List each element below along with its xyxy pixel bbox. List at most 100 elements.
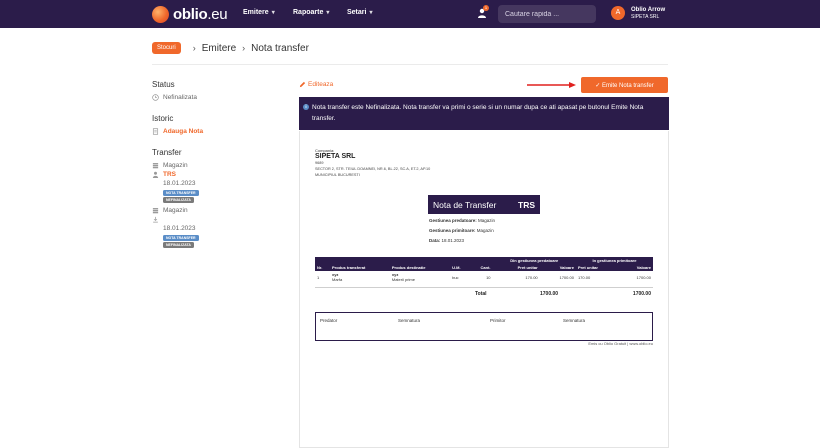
edit-button[interactable]: Editeaza bbox=[299, 81, 333, 88]
products-table: Din gestiunea predatoare In gestiunea pr… bbox=[315, 257, 653, 283]
transfer-code-row bbox=[152, 215, 282, 224]
quick-search-input[interactable] bbox=[498, 5, 596, 23]
divider bbox=[152, 64, 668, 65]
company-address: SECTOR 2, STR. TEIUL DOAMNEI, NR.6, BL.2… bbox=[315, 167, 431, 171]
notice-text: Nota transfer este Nefinalizata. Nota tr… bbox=[312, 104, 644, 122]
logo-brand: oblio bbox=[173, 5, 208, 23]
transfer-location: Magazin bbox=[163, 162, 188, 169]
document-title: Nota de Transfer bbox=[433, 199, 497, 210]
unit-price-source: 170.00 bbox=[525, 274, 538, 280]
column-header: Produs destinatie bbox=[389, 264, 451, 271]
history-row: Adauga Nota bbox=[152, 127, 282, 136]
row-number: 1 bbox=[317, 274, 320, 280]
table-row: 1 xyz Marfa xyz Materii prime buc 10 170.0… bbox=[315, 271, 653, 283]
sidebar: Status Nefinalizata Istoric Adauga Nota … bbox=[152, 80, 282, 248]
transfer-location: Magazin bbox=[163, 207, 188, 214]
value-destination: 1700.00 bbox=[636, 274, 651, 280]
breadcrumb-separator-icon: › bbox=[192, 43, 196, 53]
chevron-down-icon: ▾ bbox=[271, 10, 275, 16]
signature-label: Semnatura bbox=[563, 318, 586, 323]
column-header: Pret unitar bbox=[575, 264, 620, 271]
destination-warehouse: Gestiunea primitoare: Magazin bbox=[429, 228, 494, 233]
transfer-date: 18.01.2023 bbox=[163, 180, 196, 187]
total-source: 1700.00 bbox=[540, 291, 559, 297]
top-navbar: oblio.eu Emitere▾ Rapoarte▾ Setari▾ 1 A … bbox=[0, 0, 820, 28]
nav-setari[interactable]: Setari ▾ bbox=[347, 9, 372, 16]
column-header: U.M. bbox=[450, 264, 471, 271]
breadcrumb-item-emitere[interactable]: Emitere bbox=[202, 43, 236, 54]
info-notice: i Nota transfer este Nefinalizata. Nota … bbox=[299, 97, 669, 130]
status-badge: NEFINALIZATA bbox=[163, 197, 194, 203]
page-title: Nota transfer bbox=[251, 42, 309, 54]
signature-label: Primitor bbox=[490, 318, 506, 323]
column-header: Nr. bbox=[315, 264, 330, 271]
document-series: TRS bbox=[518, 199, 535, 210]
chevron-down-icon: ▾ bbox=[369, 10, 373, 16]
product-type: Marfa bbox=[331, 277, 343, 282]
nav-rapoarte[interactable]: Rapoarte ▾ bbox=[293, 9, 329, 16]
group-header-source: Din gestiunea predatoare bbox=[492, 257, 576, 264]
pencil-icon bbox=[299, 81, 306, 88]
arrow-right-icon bbox=[527, 82, 576, 88]
table-header-row: Nr. Produs transferat Produs destinatie … bbox=[315, 264, 653, 271]
signature-label: Predator bbox=[320, 318, 338, 323]
breadcrumb: Stocuri › Emitere › Nota transfer bbox=[152, 42, 309, 54]
unit-price-destination: 170.00 bbox=[577, 274, 591, 280]
status-badge: NEFINALIZATA bbox=[163, 242, 194, 248]
transfer-code-row: TRS bbox=[152, 170, 282, 179]
signature-label: Semnatura bbox=[398, 318, 421, 323]
value-source: 1700.00 bbox=[559, 274, 574, 280]
breadcrumb-tag-stocuri[interactable]: Stocuri bbox=[152, 42, 181, 54]
warehouse-icon bbox=[152, 208, 159, 214]
total-destination: 1700.00 bbox=[632, 291, 651, 297]
transfer-date: 18.01.2023 bbox=[163, 225, 196, 232]
info-icon: i bbox=[303, 104, 309, 110]
document-title-box: Nota de Transfer TRS bbox=[428, 195, 540, 214]
source-warehouse: Gestiunea predatoare: Magazin bbox=[429, 218, 496, 223]
transfer-code-link[interactable]: TRS bbox=[163, 171, 176, 178]
edit-label: Editeaza bbox=[308, 81, 334, 88]
footer-note: Emis cu Oblio Gratuit | www.oblio.eu bbox=[588, 341, 653, 346]
emit-label: Emite Nota transfer bbox=[602, 82, 654, 89]
add-note-link[interactable]: Adauga Nota bbox=[163, 128, 203, 135]
clock-icon bbox=[152, 94, 159, 101]
user-menu[interactable]: A Oblio Arrow SIPETA SRL bbox=[611, 6, 665, 20]
company-city: MUNICIPIUL BUCURESTI bbox=[315, 173, 360, 177]
warehouse-icon bbox=[152, 163, 159, 169]
logo-tld: .eu bbox=[207, 5, 228, 23]
chevron-down-icon: ▾ bbox=[326, 10, 330, 16]
destination-type: Materii prime bbox=[391, 277, 415, 282]
history-title: Istoric bbox=[152, 114, 174, 123]
document-icon bbox=[152, 128, 159, 135]
total-divider bbox=[315, 287, 653, 288]
logo-mark-icon bbox=[152, 5, 169, 23]
avatar: A bbox=[611, 6, 625, 20]
column-header: Cant. bbox=[470, 264, 493, 271]
breadcrumb-separator-icon: › bbox=[242, 43, 246, 53]
status-value: Nefinalizata bbox=[163, 94, 197, 101]
total-label: Total bbox=[475, 291, 487, 297]
notification-badge: 1 bbox=[483, 5, 489, 11]
status-row: Nefinalizata bbox=[152, 93, 282, 102]
column-header: Pret unitar bbox=[492, 264, 540, 271]
column-header: Produs transferat bbox=[329, 264, 390, 271]
user-name: Oblio Arrow bbox=[631, 6, 666, 13]
transfer-title: Transfer bbox=[152, 148, 182, 157]
company-name: SIPETA SRL bbox=[315, 153, 356, 160]
oblio-logo[interactable]: oblio.eu bbox=[152, 5, 228, 23]
transfer-dest-row: Magazin bbox=[152, 206, 282, 215]
column-header: Valoare bbox=[619, 264, 653, 271]
transfer-source-row: Magazin bbox=[152, 161, 282, 170]
nav-emitere[interactable]: Emitere ▾ bbox=[243, 9, 275, 16]
column-header: Valoare bbox=[539, 264, 576, 271]
document-preview: Compania: SIPETA SRL 9689 SECTOR 2, STR.… bbox=[299, 131, 669, 448]
document-date: Data: 18.01.2023 bbox=[429, 238, 465, 243]
user-company: SIPETA SRL bbox=[631, 13, 660, 20]
emit-transfer-button[interactable]: ✓ Emite Nota transfer bbox=[581, 77, 668, 93]
check-icon: ✓ bbox=[595, 82, 601, 89]
download-icon bbox=[153, 216, 158, 223]
status-title: Status bbox=[152, 80, 175, 89]
unit: buc bbox=[452, 274, 459, 280]
signature-box: Predator Semnatura Primitor Semnatura bbox=[315, 312, 653, 341]
company-code: 9689 bbox=[315, 161, 324, 165]
